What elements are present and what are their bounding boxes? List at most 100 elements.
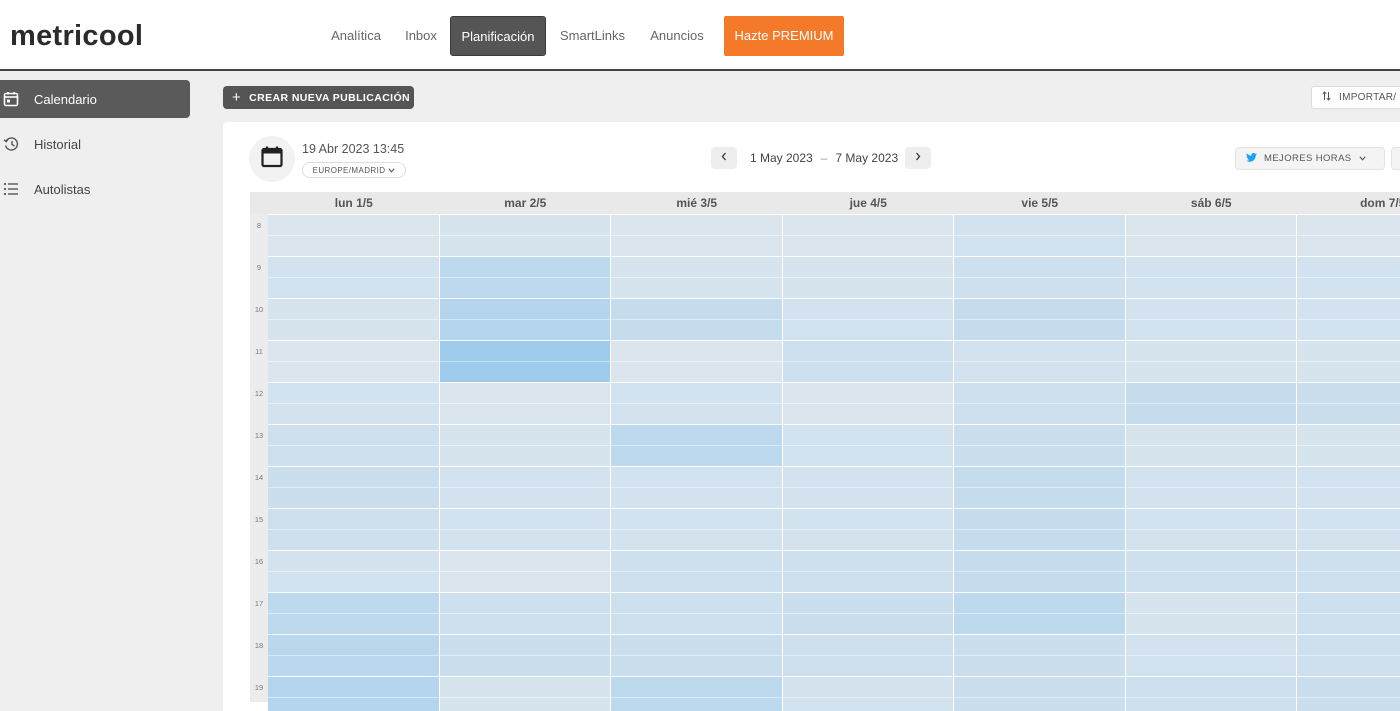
- calendar-slot[interactable]: [439, 634, 611, 676]
- calendar-slot[interactable]: [1297, 466, 1400, 508]
- calendar-slot[interactable]: [1297, 214, 1400, 256]
- calendar-slot[interactable]: [611, 382, 783, 424]
- calendar-slot[interactable]: [439, 676, 611, 711]
- nav-inbox[interactable]: Inbox: [398, 16, 444, 56]
- calendar-slot[interactable]: [782, 634, 954, 676]
- calendar-slot[interactable]: [1125, 298, 1297, 340]
- calendar-slot[interactable]: [439, 298, 611, 340]
- nav-planificacion[interactable]: Planificación: [450, 16, 546, 56]
- calendar-slot[interactable]: [439, 592, 611, 634]
- nav-analitica[interactable]: Analítica: [322, 16, 390, 56]
- calendar-slot[interactable]: [954, 592, 1126, 634]
- calendar-slot[interactable]: [1125, 508, 1297, 550]
- calendar-slot[interactable]: [611, 298, 783, 340]
- calendar-slot[interactable]: [1297, 634, 1400, 676]
- calendar-slot[interactable]: [439, 424, 611, 466]
- nav-anuncios[interactable]: Anuncios: [643, 16, 711, 56]
- calendar-slot[interactable]: [268, 550, 440, 592]
- calendar-slot[interactable]: [611, 508, 783, 550]
- calendar-slot[interactable]: [1297, 592, 1400, 634]
- calendar-slot[interactable]: [1297, 382, 1400, 424]
- calendar-slot[interactable]: [954, 256, 1126, 298]
- calendar-slot[interactable]: [611, 676, 783, 711]
- network-selector-button[interactable]: [1391, 147, 1400, 170]
- calendar-slot[interactable]: [1125, 550, 1297, 592]
- calendar-slot[interactable]: [782, 508, 954, 550]
- calendar-slot[interactable]: [268, 256, 440, 298]
- calendar-slot[interactable]: [439, 550, 611, 592]
- calendar-slot[interactable]: [268, 676, 440, 711]
- calendar-slot[interactable]: [268, 340, 440, 382]
- calendar-slot[interactable]: [1125, 592, 1297, 634]
- calendar-slot[interactable]: [954, 466, 1126, 508]
- sidebar-item-autolistas[interactable]: Autolistas: [0, 170, 190, 208]
- calendar-slot[interactable]: [954, 424, 1126, 466]
- calendar-slot[interactable]: [268, 214, 440, 256]
- metricool-logo[interactable]: metricool: [10, 20, 143, 53]
- calendar-slot[interactable]: [268, 508, 440, 550]
- calendar-slot[interactable]: [1125, 676, 1297, 711]
- calendar-slot[interactable]: [611, 550, 783, 592]
- calendar-slot[interactable]: [1125, 634, 1297, 676]
- calendar-slot[interactable]: [1297, 550, 1400, 592]
- calendar-slot[interactable]: [439, 466, 611, 508]
- calendar-slot[interactable]: [611, 466, 783, 508]
- calendar-slot[interactable]: [268, 424, 440, 466]
- timezone-selector[interactable]: EUROPE/MADRID: [302, 162, 406, 178]
- calendar-slot[interactable]: [782, 466, 954, 508]
- calendar-slot[interactable]: [1125, 214, 1297, 256]
- sidebar-item-calendario[interactable]: Calendario: [0, 80, 190, 118]
- best-hours-button[interactable]: MEJORES HORAS: [1235, 147, 1385, 170]
- calendar-slot[interactable]: [782, 550, 954, 592]
- calendar-slot[interactable]: [954, 508, 1126, 550]
- calendar-slot[interactable]: [782, 256, 954, 298]
- import-button[interactable]: IMPORTAR/: [1311, 86, 1400, 109]
- calendar-slot[interactable]: [439, 340, 611, 382]
- calendar-slot[interactable]: [1297, 508, 1400, 550]
- calendar-slot[interactable]: [954, 340, 1126, 382]
- calendar-slot[interactable]: [782, 382, 954, 424]
- calendar-slot[interactable]: [1297, 256, 1400, 298]
- calendar-slot[interactable]: [782, 424, 954, 466]
- calendar-slot[interactable]: [782, 676, 954, 711]
- calendar-slot[interactable]: [611, 634, 783, 676]
- calendar-slot[interactable]: [1297, 676, 1400, 711]
- calendar-slot[interactable]: [782, 298, 954, 340]
- calendar-slot[interactable]: [954, 634, 1126, 676]
- calendar-slot[interactable]: [954, 298, 1126, 340]
- calendar-slot[interactable]: [611, 592, 783, 634]
- calendar-slot[interactable]: [439, 214, 611, 256]
- next-week-button[interactable]: [905, 147, 931, 169]
- calendar-slot[interactable]: [1125, 424, 1297, 466]
- calendar-slot[interactable]: [1125, 340, 1297, 382]
- calendar-slot[interactable]: [268, 634, 440, 676]
- calendar-slot[interactable]: [954, 550, 1126, 592]
- calendar-slot[interactable]: [268, 592, 440, 634]
- sidebar-item-historial[interactable]: Historial: [0, 125, 190, 163]
- calendar-slot[interactable]: [1297, 340, 1400, 382]
- calendar-slot[interactable]: [611, 424, 783, 466]
- calendar-slot[interactable]: [1297, 424, 1400, 466]
- calendar-slot[interactable]: [1125, 466, 1297, 508]
- calendar-slot[interactable]: [954, 214, 1126, 256]
- create-post-button[interactable]: + CREAR NUEVA PUBLICACIÓN: [223, 86, 414, 109]
- calendar-slot[interactable]: [1125, 382, 1297, 424]
- prev-week-button[interactable]: [711, 147, 737, 169]
- nav-smartlinks[interactable]: SmartLinks: [552, 16, 633, 56]
- calendar-slot[interactable]: [782, 214, 954, 256]
- calendar-slot[interactable]: [782, 340, 954, 382]
- calendar-slot[interactable]: [1125, 256, 1297, 298]
- calendar-slot[interactable]: [782, 592, 954, 634]
- calendar-slot[interactable]: [439, 256, 611, 298]
- calendar-slot[interactable]: [268, 298, 440, 340]
- calendar-slot[interactable]: [268, 466, 440, 508]
- calendar-slot[interactable]: [1297, 298, 1400, 340]
- calendar-slot[interactable]: [611, 256, 783, 298]
- calendar-slot[interactable]: [439, 508, 611, 550]
- calendar-slot[interactable]: [611, 214, 783, 256]
- calendar-slot[interactable]: [268, 382, 440, 424]
- calendar-slot[interactable]: [611, 340, 783, 382]
- calendar-slot[interactable]: [954, 382, 1126, 424]
- premium-button[interactable]: Hazte PREMIUM: [724, 16, 844, 56]
- calendar-slot[interactable]: [954, 676, 1126, 711]
